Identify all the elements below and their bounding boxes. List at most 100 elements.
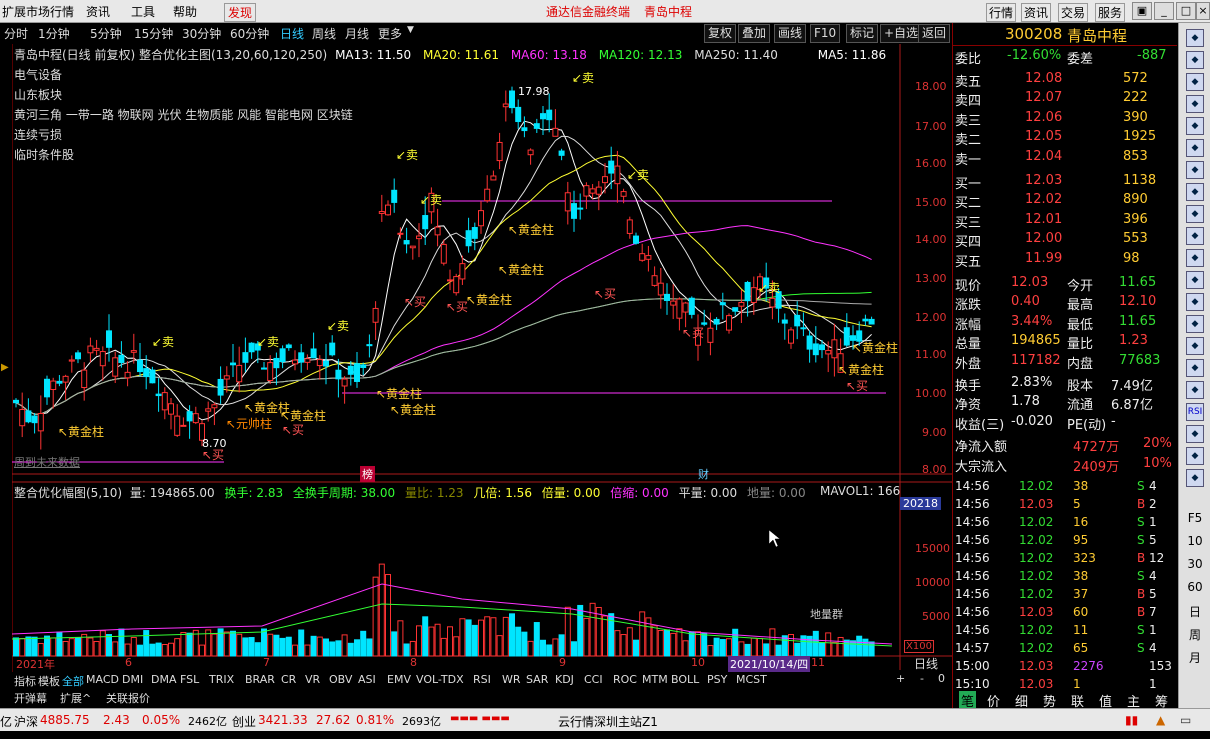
period-tab-weekly[interactable]: 周线 [312,25,336,42]
left-arrow-icon[interactable]: ◆ [1186,73,1204,91]
indicator-tab-sar[interactable]: SAR [526,673,548,686]
money-icon[interactable]: ◆ [1186,359,1204,377]
fund-icon[interactable]: ◆ [1186,271,1204,289]
right-toolbar-period[interactable]: 30 [1183,557,1207,571]
right-toolbar-period[interactable]: 60 [1183,580,1207,594]
top-button-quotes[interactable]: 行情 [986,3,1017,22]
menu-item-discover[interactable]: 发现 [224,3,257,22]
tab-extend[interactable]: 扩展^ [60,690,91,706]
period-tab-30min[interactable]: 30分钟 [182,25,221,42]
table-icon[interactable]: ◆ [1186,183,1204,201]
tab-related-quote[interactable]: 关联报价 [106,690,150,706]
tab-danmaku[interactable]: 开弹幕 [14,690,47,706]
f10-icon[interactable]: ◆ [1186,315,1204,333]
toolbar-add-watchlist-button[interactable]: +自选 [880,24,923,43]
indicator-tab-roc[interactable]: ROC [613,673,637,686]
more-dropdown-icon[interactable]: ▼ [407,25,414,35]
event-marker-b[interactable]: 财 [698,466,709,482]
indicator-tab-dmi[interactable]: DMI [122,673,143,686]
chart-icon[interactable]: ◆ [1186,161,1204,179]
indicator-tab-cr[interactable]: CR [281,673,296,686]
move-icon[interactable]: ◆ [1186,447,1204,465]
cy-index-label[interactable]: 创业 [232,713,256,730]
pen-icon[interactable]: ◆ [1186,469,1204,487]
indicator-tab-psy[interactable]: PSY [707,673,727,686]
zoom-in-button[interactable]: + [896,672,905,685]
toolbar-f10-button[interactable]: F10 [810,24,841,43]
server-name[interactable]: 云行情深圳主站Z1 [558,713,658,730]
menu-item-tools[interactable]: 工具 [131,3,155,20]
toolbar-mark-button[interactable]: 标记 [846,24,879,43]
indicator-tab-trix[interactable]: TRIX [209,673,234,686]
right-toolbar-period[interactable]: 月 [1183,649,1207,666]
indicator-tab-obv[interactable]: OBV [329,673,352,686]
zoom-reset-button[interactable]: 0 [938,672,945,685]
indicator-tab-wr[interactable]: WR [502,673,521,686]
menu-item-news[interactable]: 资讯 [86,3,110,20]
toolbar-draw-button[interactable]: 画线 [774,24,807,43]
period-tab-15min[interactable]: 15分钟 [134,25,173,42]
indicator-tab-vol-tdx[interactable]: VOL-TDX [416,673,464,686]
period-tab-5min[interactable]: 5分钟 [90,25,122,42]
period-tab-60min[interactable]: 60分钟 [230,25,269,42]
up-arrow-icon[interactable]: ◆ [1186,51,1204,69]
indicator-tab-全部[interactable]: 全部 [62,673,84,689]
indicator-tab-vr[interactable]: VR [305,673,320,686]
indicator-tab-kdj[interactable]: KDJ [555,673,574,686]
indicator-tab-macd[interactable]: MACD [86,673,119,686]
grid-icon[interactable]: ◆ [1186,117,1204,135]
maximize-icon[interactable]: □ [1176,2,1196,20]
indicator-tab-rsi[interactable]: RSI [473,673,491,686]
event-marker-a[interactable]: 榜 [360,466,375,482]
period-tab-1min[interactable]: 1分钟 [38,25,70,42]
indicator-tab-mcst[interactable]: MCST [736,673,767,686]
future-data-link[interactable]: 周到未来数据 [14,454,80,470]
period-tab-monthly[interactable]: 月线 [345,25,369,42]
news-icon[interactable]: ◆ [1186,293,1204,311]
top-button-trade[interactable]: 交易 [1058,3,1089,22]
minimize-icon[interactable]: _ [1154,2,1174,20]
sh-index-label[interactable]: 沪深 [14,713,38,730]
period-tab-daily[interactable]: 日线 [280,25,304,42]
indicator-tab-fsl[interactable]: FSL [180,673,199,686]
indicator-tab-指标[interactable]: 指标 [14,673,36,689]
close-icon[interactable]: × [1196,2,1210,20]
alert-icon[interactable]: ▲ [1156,713,1165,727]
collapse-arrow-icon[interactable]: ▶ [1,362,9,373]
indicator-tab-asi[interactable]: ASI [358,673,376,686]
right-toolbar-period[interactable]: 10 [1183,534,1207,548]
indicator-tab-brar[interactable]: BRAR [245,673,275,686]
toolbar-back-button[interactable]: 返回 [918,24,951,43]
top-button-service[interactable]: 服务 [1095,3,1126,22]
indicator-tab-模板[interactable]: 模板 [38,673,60,689]
kline-chart-area[interactable]: ↙卖 ↙卖 ↙卖 ↙卖 ↙卖 ↙卖 ↙卖 ↙卖 ↖买 ↖买 ↖买 ↖买 ↖买 ↖买 ↖买 ↖黄金柱 ↖黄金柱 ↖黄… [12,44,952,672]
chat-icon[interactable]: ▭ [1180,713,1191,727]
stock-icon[interactable]: ◆ [1186,337,1204,355]
list-icon[interactable]: ◆ [1186,139,1204,157]
back-arrow-icon[interactable]: ◆ [1186,29,1204,47]
right-toolbar-period[interactable]: 周 [1183,626,1207,643]
zoom-out-button[interactable]: - [920,672,924,685]
rsi-icon[interactable]: RSI [1186,403,1204,421]
flag-icon[interactable]: ◆ [1186,425,1204,443]
period-tab-intraday[interactable]: 分时 [4,25,28,42]
indicator-tab-boll[interactable]: BOLL [671,673,699,686]
book-icon[interactable]: ◆ [1186,205,1204,223]
down-arrow-icon[interactable]: ◆ [1186,95,1204,113]
top-button-info[interactable]: 资讯 [1021,3,1052,22]
right-toolbar-period[interactable]: 日 [1183,603,1207,620]
calendar-icon[interactable]: ◆ [1186,249,1204,267]
indicator-tab-dma[interactable]: DMA [151,673,177,686]
restore-icon[interactable]: ▣ [1132,2,1152,20]
right-toolbar-period[interactable]: F5 [1183,511,1207,525]
indicator-tab-emv[interactable]: EMV [387,673,411,686]
menu-item-extended-market[interactable]: 扩展市场行情 [2,3,74,20]
menu-item-help[interactable]: 帮助 [173,3,197,20]
indicator-icon[interactable]: ◆ [1186,381,1204,399]
period-tab-more[interactable]: 更多 [378,25,402,42]
toolbar-overlay-button[interactable]: 叠加 [738,24,771,43]
indicator-tab-mtm[interactable]: MTM [642,673,668,686]
window-icon[interactable]: ◆ [1186,227,1204,245]
indicator-tab-cci[interactable]: CCI [584,673,603,686]
toolbar-fuquan-button[interactable]: 复权 [704,24,737,43]
